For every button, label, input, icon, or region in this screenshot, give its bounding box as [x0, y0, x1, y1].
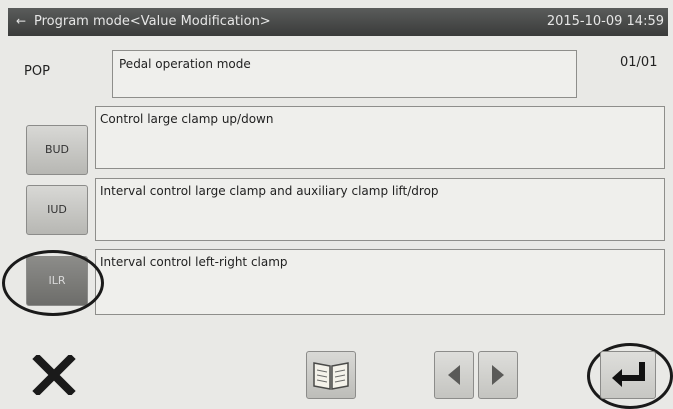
window-title: Program mode<Value Modification> [34, 14, 271, 29]
datetime: 2015-10-09 14:59 [546, 14, 664, 29]
parameter-description: Pedal operation mode [119, 57, 251, 71]
option-button-iud[interactable]: IUD [26, 185, 88, 235]
option-description-box-bud: Control large clamp up/down [95, 106, 665, 169]
parameter-code: POP [24, 64, 50, 79]
option-description-ilr: Interval control left-right clamp [100, 255, 288, 269]
option-description-box-iud: Interval control large clamp and auxilia… [95, 178, 665, 241]
option-button-bud[interactable]: BUD [26, 125, 88, 175]
option-description-iud: Interval control large clamp and auxilia… [100, 184, 439, 198]
manual-button[interactable] [306, 351, 356, 399]
next-button[interactable] [478, 351, 518, 399]
back-arrow-icon[interactable]: ← [16, 14, 26, 28]
title-bar: ← Program mode<Value Modification> 2015-… [8, 8, 668, 36]
close-x-icon [32, 355, 76, 395]
enter-button[interactable] [600, 351, 656, 399]
previous-button[interactable] [434, 351, 474, 399]
page-number: 01/01 [620, 55, 658, 70]
option-description-bud: Control large clamp up/down [100, 112, 274, 126]
left-arrow-icon [448, 365, 460, 385]
parameter-description-box: Pedal operation mode [112, 50, 577, 98]
highlight-circle-ilr [2, 250, 104, 316]
open-book-icon [313, 362, 349, 390]
right-arrow-icon [492, 365, 504, 385]
close-button[interactable] [28, 351, 80, 399]
option-description-box-ilr: Interval control left-right clamp [95, 249, 665, 315]
enter-return-icon [612, 362, 645, 387]
